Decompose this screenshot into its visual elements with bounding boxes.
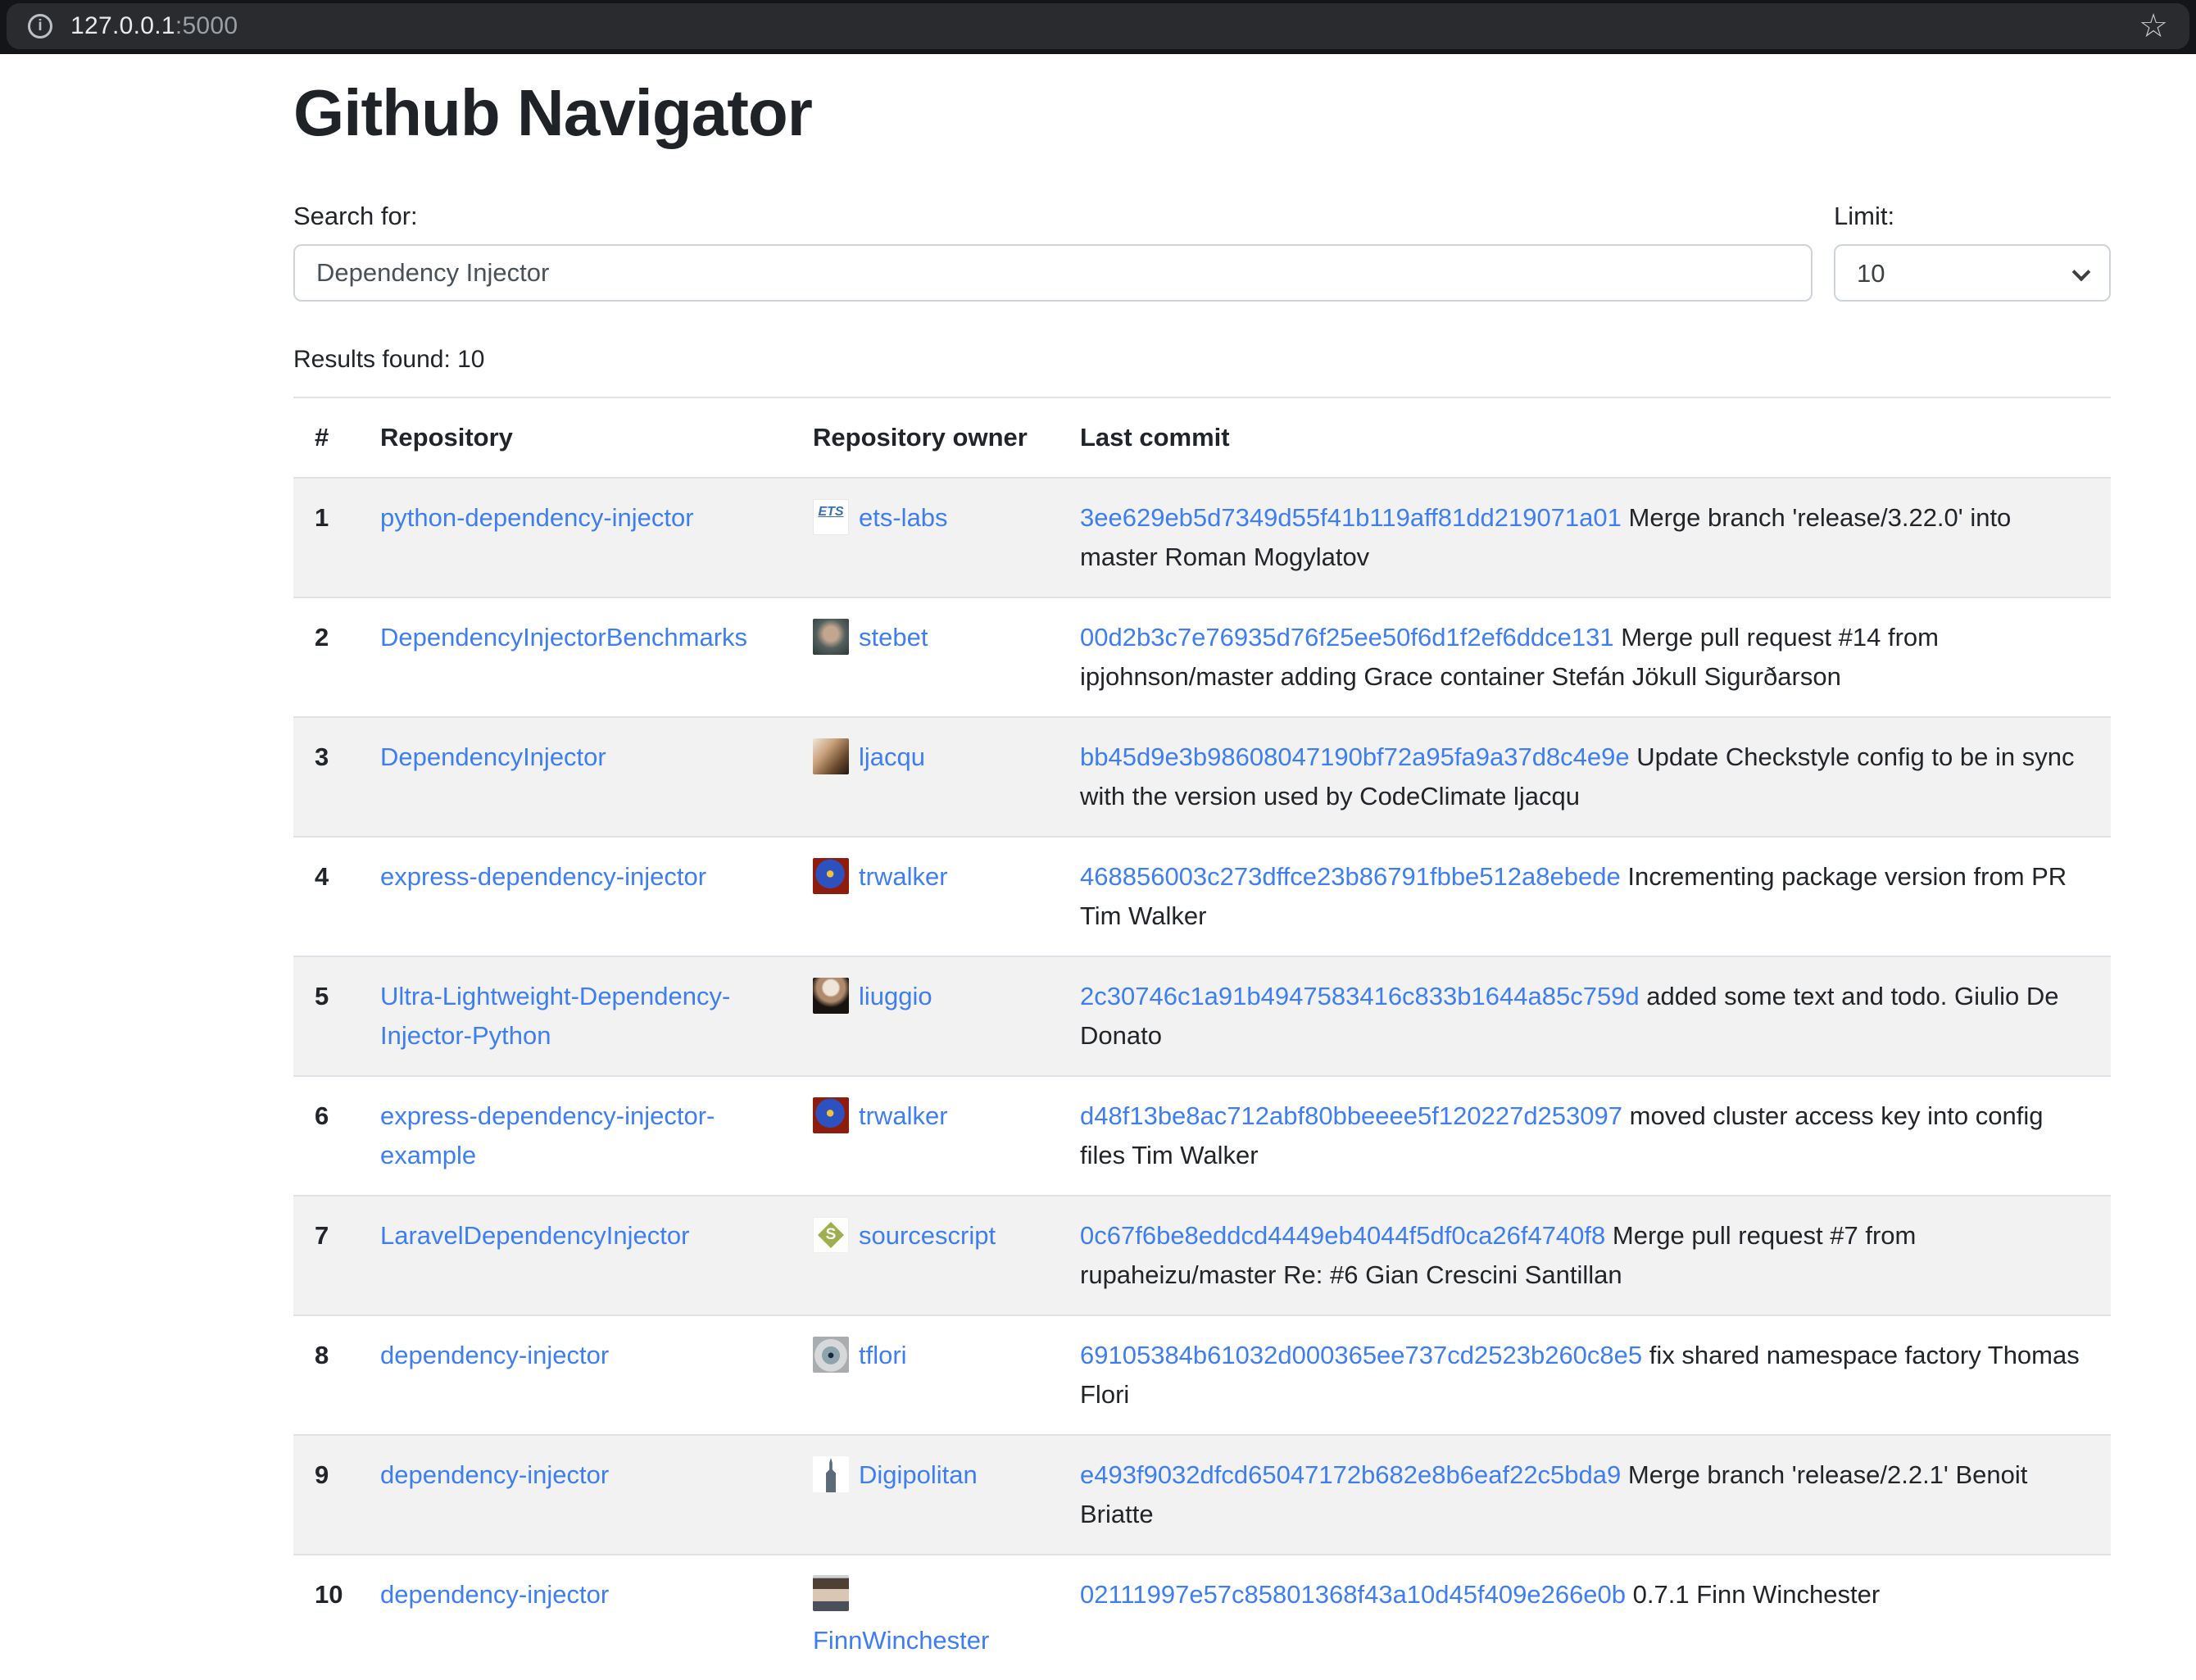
- page-container: Github Navigator Search for: Limit: 10 R…: [293, 75, 2111, 1680]
- finnwinchester-avatar: [813, 1575, 849, 1611]
- commit-sha-link[interactable]: 69105384b61032d000365ee737cd2523b260c8e5: [1080, 1341, 1642, 1369]
- owner-link[interactable]: tflori: [859, 1341, 907, 1369]
- repo-link[interactable]: LaravelDependencyInjector: [380, 1221, 689, 1250]
- search-label: Search for:: [293, 202, 1813, 231]
- stebet-avatar: [813, 619, 849, 655]
- owner-cell: ljacqu: [813, 742, 925, 771]
- ljacqu-cat-avatar: [813, 738, 849, 774]
- search-form: Search for: Limit: 10: [293, 202, 2111, 302]
- repo-link[interactable]: express-dependency-injector: [380, 862, 706, 891]
- ets-labs-avatar: ETS: [813, 499, 849, 535]
- info-icon[interactable]: i: [28, 14, 52, 39]
- repo-link[interactable]: express-dependency-injector-example: [380, 1101, 715, 1169]
- row-index: 3: [293, 717, 359, 837]
- row-index: 6: [293, 1076, 359, 1196]
- trwalker-avatar: [813, 858, 849, 894]
- tflori-avatar: [813, 1337, 849, 1373]
- col-header-last-commit: Last commit: [1059, 397, 2111, 478]
- owner-cell: tflori: [813, 1341, 907, 1369]
- commit-sha-link[interactable]: bb45d9e3b98608047190bf72a95fa9a37d8c4e9e: [1080, 742, 1630, 771]
- row-index: 4: [293, 837, 359, 956]
- table-header-row: # Repository Repository owner Last commi…: [293, 397, 2111, 478]
- table-row: 4 express-dependency-injector trwalker 4…: [293, 837, 2111, 956]
- owner-link[interactable]: sourcescript: [859, 1221, 996, 1250]
- owner-link[interactable]: ets-labs: [859, 503, 948, 532]
- repo-link[interactable]: dependency-injector: [380, 1341, 609, 1369]
- commit-sha-link[interactable]: 3ee629eb5d7349d55f41b119aff81dd219071a01: [1080, 503, 1622, 532]
- url-bar[interactable]: i 127.0.0.1:5000 ☆: [7, 3, 2189, 49]
- table-row: 8 dependency-injector tflori 69105384b61…: [293, 1315, 2111, 1435]
- liuggio-avatar: [813, 978, 849, 1014]
- browser-chrome: i 127.0.0.1:5000 ☆: [0, 0, 2196, 54]
- url-text: 127.0.0.1:5000: [70, 12, 238, 40]
- search-group: Search for:: [293, 202, 1813, 302]
- table-row: 3 DependencyInjector ljacqu bb45d9e3b986…: [293, 717, 2111, 837]
- digipolitan-avatar: [813, 1456, 849, 1492]
- owner-link[interactable]: trwalker: [859, 1101, 948, 1130]
- limit-label: Limit:: [1834, 202, 2111, 231]
- repo-link[interactable]: Ultra-Lightweight-Dependency-Injector-Py…: [380, 982, 730, 1050]
- owner-link[interactable]: FinnWinchester: [813, 1626, 989, 1655]
- commit-sha-link[interactable]: e493f9032dfcd65047172b682e8b6eaf22c5bda9: [1080, 1460, 1621, 1489]
- owner-cell: trwalker: [813, 1101, 948, 1130]
- trwalker-avatar: [813, 1097, 849, 1133]
- table-row: 9 dependency-injector Digipolitan e493f9…: [293, 1435, 2111, 1555]
- row-index: 2: [293, 597, 359, 717]
- table-row: 6 express-dependency-injector-example tr…: [293, 1076, 2111, 1196]
- col-header-index: #: [293, 397, 359, 478]
- commit-sha-link[interactable]: 468856003c273dffce23b86791fbbe512a8ebede: [1080, 862, 1621, 891]
- repo-link[interactable]: DependencyInjectorBenchmarks: [380, 623, 747, 652]
- row-index: 5: [293, 956, 359, 1076]
- commit-sha-link[interactable]: 0c67f6be8eddcd4449eb4044f5df0ca26f4740f8: [1080, 1221, 1605, 1250]
- owner-cell: ETSets-labs: [813, 503, 948, 532]
- results-summary: Results found: 10: [293, 346, 2111, 374]
- row-index: 8: [293, 1315, 359, 1435]
- owner-cell: FinnWinchester: [813, 1575, 1039, 1655]
- limit-group: Limit: 10: [1834, 202, 2111, 302]
- commit-sha-link[interactable]: 02111997e57c85801368f43a10d45f409e266e0b: [1080, 1580, 1626, 1609]
- owner-cell: liuggio: [813, 982, 932, 1010]
- table-row: 1 python-dependency-injector ETSets-labs…: [293, 478, 2111, 597]
- owner-link[interactable]: trwalker: [859, 862, 948, 891]
- commit-sha-link[interactable]: 2c30746c1a91b4947583416c833b1644a85c759d: [1080, 982, 1640, 1010]
- url-port: :5000: [175, 12, 238, 39]
- repo-link[interactable]: DependencyInjector: [380, 742, 606, 771]
- col-header-owner: Repository owner: [792, 397, 1059, 478]
- star-icon[interactable]: ☆: [2139, 10, 2168, 43]
- owner-link[interactable]: Digipolitan: [859, 1460, 978, 1489]
- repo-link[interactable]: dependency-injector: [380, 1460, 609, 1489]
- page-title: Github Navigator: [293, 75, 2111, 151]
- sourcescript-avatar: [813, 1217, 849, 1253]
- commit-message: 0.7.1 Finn Winchester: [1633, 1580, 1881, 1609]
- owner-cell: trwalker: [813, 862, 948, 891]
- owner-link[interactable]: liuggio: [859, 982, 932, 1010]
- limit-select[interactable]: 10: [1834, 244, 2111, 302]
- owner-cell: stebet: [813, 623, 928, 652]
- repo-link[interactable]: dependency-injector: [380, 1580, 609, 1609]
- row-index: 10: [293, 1555, 359, 1680]
- table-row: 10 dependency-injector FinnWinchester 02…: [293, 1555, 2111, 1680]
- commit-sha-link[interactable]: d48f13be8ac712abf80bbeeee5f120227d253097: [1080, 1101, 1622, 1130]
- row-index: 1: [293, 478, 359, 597]
- owner-cell: sourcescript: [813, 1221, 996, 1250]
- table-row: 5 Ultra-Lightweight-Dependency-Injector-…: [293, 956, 2111, 1076]
- repo-link[interactable]: python-dependency-injector: [380, 503, 694, 532]
- row-index: 7: [293, 1196, 359, 1315]
- owner-link[interactable]: ljacqu: [859, 742, 925, 771]
- search-input[interactable]: [293, 244, 1813, 302]
- col-header-repository: Repository: [359, 397, 792, 478]
- url-host: 127.0.0.1: [70, 12, 175, 39]
- table-row: 7 LaravelDependencyInjector sourcescript…: [293, 1196, 2111, 1315]
- owner-cell: Digipolitan: [813, 1460, 978, 1489]
- results-table-body: 1 python-dependency-injector ETSets-labs…: [293, 478, 2111, 1680]
- results-table: # Repository Repository owner Last commi…: [293, 397, 2111, 1680]
- commit-sha-link[interactable]: 00d2b3c7e76935d76f25ee50f6d1f2ef6ddce131: [1080, 623, 1614, 652]
- owner-link[interactable]: stebet: [859, 623, 928, 652]
- table-row: 2 DependencyInjectorBenchmarks stebet 00…: [293, 597, 2111, 717]
- row-index: 9: [293, 1435, 359, 1555]
